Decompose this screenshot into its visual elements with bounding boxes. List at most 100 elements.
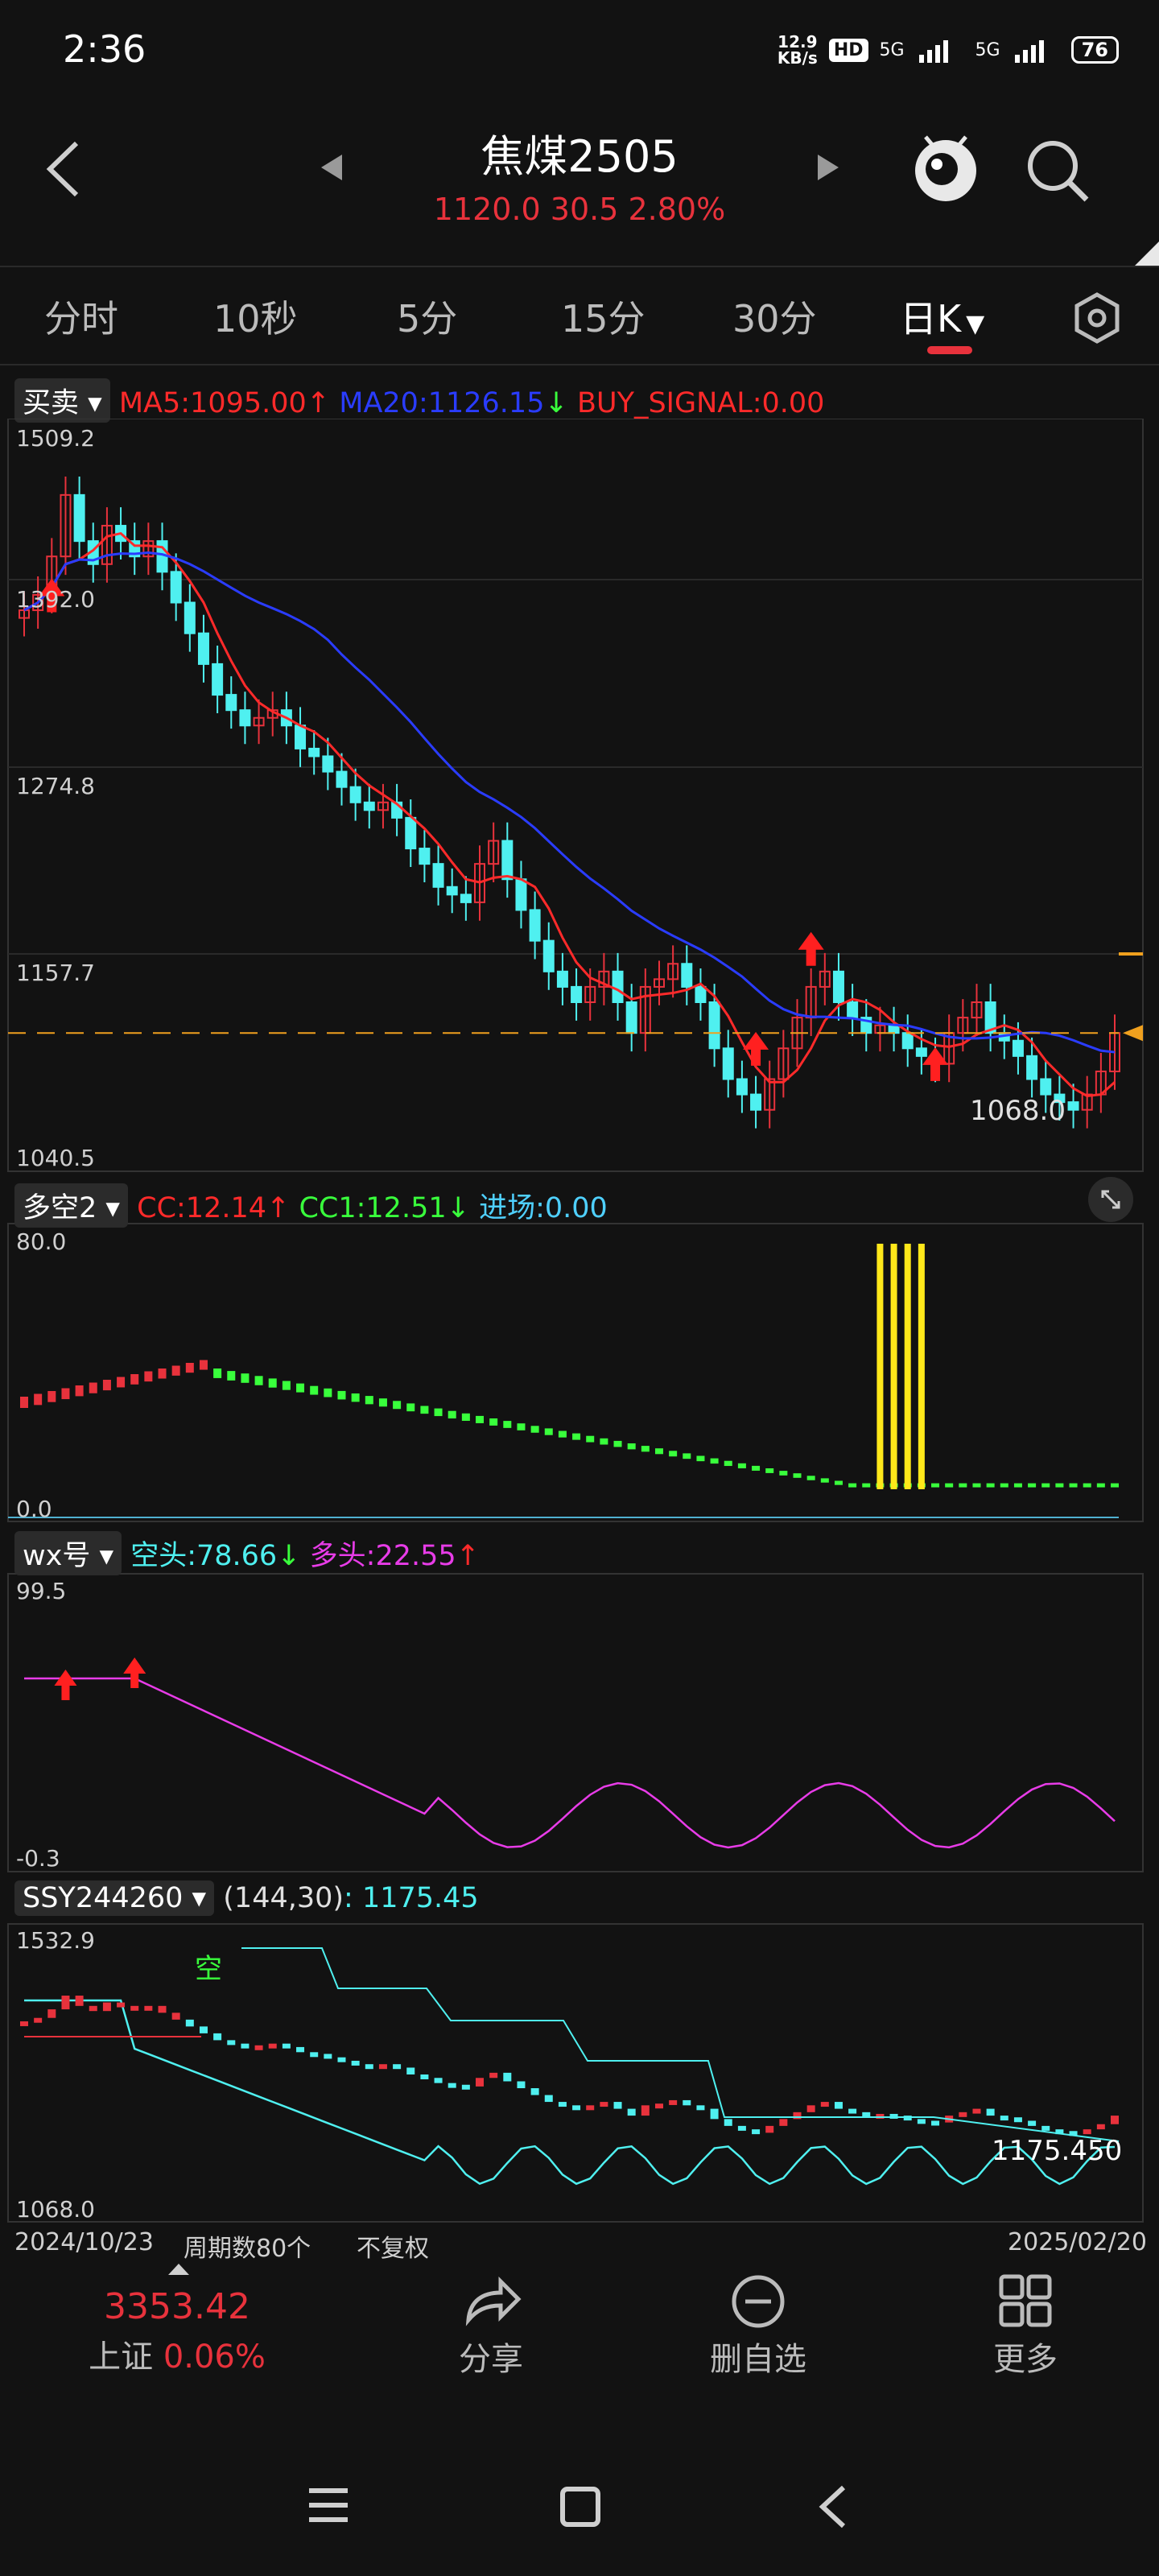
cc-bar (171, 1365, 180, 1376)
ssy-candle (324, 2054, 332, 2059)
tab-5min[interactable]: 5分 (397, 290, 457, 343)
period-count: 周期数80个 (184, 2235, 311, 2263)
settings-hexagon-icon[interactable] (1070, 291, 1124, 345)
ssy-candle (20, 2021, 28, 2026)
status-icons: 12.9 KB/s HD 5G 5G 76 (777, 34, 1119, 66)
cc-bar (117, 1377, 126, 1388)
home-icon[interactable] (558, 2484, 603, 2529)
ssy-candle (34, 2017, 43, 2023)
cc-bar (517, 1423, 526, 1430)
ssy-candle (806, 2105, 815, 2112)
mascot-icon[interactable] (909, 129, 982, 209)
ssy-candle (461, 2084, 470, 2090)
ssy-candle (476, 2078, 485, 2087)
cc-bar (641, 1446, 650, 1452)
ssy-candle (1000, 2116, 1008, 2121)
adjust-mode[interactable]: 不复权 (357, 2228, 429, 2264)
candle-body (1040, 1078, 1052, 1096)
index-ticker[interactable]: 3353.42 上证 0.06% (89, 2286, 266, 2377)
ssy-candle (144, 2005, 153, 2011)
share-button[interactable]: 分享 (402, 2273, 580, 2380)
ssy-candle (558, 2102, 567, 2107)
cc-bar (752, 1465, 761, 1471)
cc-bar (448, 1410, 456, 1419)
candle-body (239, 709, 251, 727)
panel1-legend: 买卖 ▾ MA5:1095.00↑ MA20:1126.15↓ BUY_SIGN… (14, 378, 824, 423)
ssy-candle (185, 2019, 194, 2027)
ssy-candle (47, 2009, 56, 2018)
indicator-dropdown-4[interactable]: SSY244260 ▾ (14, 1880, 215, 1916)
next-contract-icon[interactable] (813, 151, 842, 184)
contract-title: 焦煤2505 (481, 131, 678, 182)
ssy-candle (683, 2099, 691, 2106)
signal-bars-icon-2 (1014, 40, 1044, 63)
last-price-marker (1123, 1025, 1143, 1042)
tab-30min[interactable]: 30分 (732, 290, 817, 343)
cc-bar (296, 1383, 305, 1393)
cc-bar (1055, 1483, 1064, 1488)
ssy-candle (572, 2105, 581, 2111)
menu-icon[interactable] (306, 2486, 351, 2526)
cc-bar (489, 1418, 498, 1426)
tab-daily[interactable]: 日K ▼ (900, 290, 984, 343)
expand-icon[interactable] (1087, 1175, 1135, 1224)
ssy-candle (820, 2102, 829, 2107)
cc-bar (61, 1388, 70, 1400)
ssy-candle (724, 2119, 732, 2126)
ssy-candle (876, 2113, 885, 2119)
candle-body (736, 1078, 748, 1096)
tab-fenshi[interactable]: 分时 (44, 290, 118, 343)
cc-bar (365, 1396, 373, 1405)
ssy-candle (434, 2078, 443, 2083)
cc-bar (1069, 1483, 1078, 1488)
cc-bar (130, 1374, 139, 1385)
ssy-candle (199, 2026, 208, 2033)
indicator-dropdown-2[interactable]: 多空2 ▾ (14, 1183, 128, 1228)
cc-bar (1096, 1483, 1105, 1488)
cc-bar (282, 1381, 291, 1390)
candle-body (1026, 1055, 1038, 1080)
cc-bar (613, 1440, 622, 1447)
cc-bar (254, 1376, 263, 1385)
more-button[interactable]: 更多 (937, 2273, 1114, 2380)
entry-signal-bar (876, 1244, 884, 1489)
candle-body (529, 909, 541, 942)
search-icon[interactable] (1022, 135, 1095, 208)
ssy-candle (89, 2005, 97, 2012)
back-nav-icon[interactable] (813, 2483, 853, 2531)
candle-body (612, 970, 624, 1004)
ssy-candle (1013, 2117, 1022, 2123)
remove-watchlist-button[interactable]: 删自选 (670, 2273, 847, 2380)
cc-bar (158, 1368, 167, 1379)
ssy-candle (737, 2125, 746, 2131)
caret-up-icon (168, 2264, 189, 2275)
entry-signal-bar (918, 1244, 925, 1489)
ssy-candle (530, 2088, 539, 2095)
cc-bar (75, 1385, 84, 1397)
tab-15min[interactable]: 15分 (561, 290, 645, 343)
short-label: 空头:78.66↓ (130, 1540, 301, 1572)
cc-bar (89, 1382, 97, 1393)
entry-label: 进场:0.00 (479, 1192, 608, 1224)
indicator-dropdown-3[interactable]: wx号 ▾ (14, 1531, 122, 1575)
cc-bar (47, 1391, 56, 1402)
clock: 2:36 (63, 27, 146, 71)
short-marker: 空 (195, 1953, 222, 1985)
candle-body (446, 886, 458, 896)
ssy-candle (917, 2119, 926, 2124)
ssy-candle (779, 2119, 788, 2126)
cc-bar (1000, 1483, 1008, 1488)
ssy-candle (586, 2105, 595, 2111)
tab-10s[interactable]: 10秒 (213, 290, 298, 343)
ssy-candle (1096, 2124, 1105, 2130)
cc-bar (779, 1471, 788, 1476)
kline-charts[interactable] (0, 419, 1159, 2262)
panel3-legend: wx号 ▾ 空头:78.66↓ 多头:22.55↑ (14, 1531, 480, 1575)
cc-bar (959, 1483, 967, 1488)
cc-bar (420, 1406, 429, 1414)
indicator-dropdown-1[interactable]: 买卖 ▾ (14, 378, 110, 423)
cc-bar (683, 1453, 691, 1459)
candle-body (681, 963, 693, 988)
panel4-legend: SSY244260 ▾ (144,30): 1175.45 (14, 1880, 479, 1916)
ssy-candle (130, 2005, 139, 2011)
